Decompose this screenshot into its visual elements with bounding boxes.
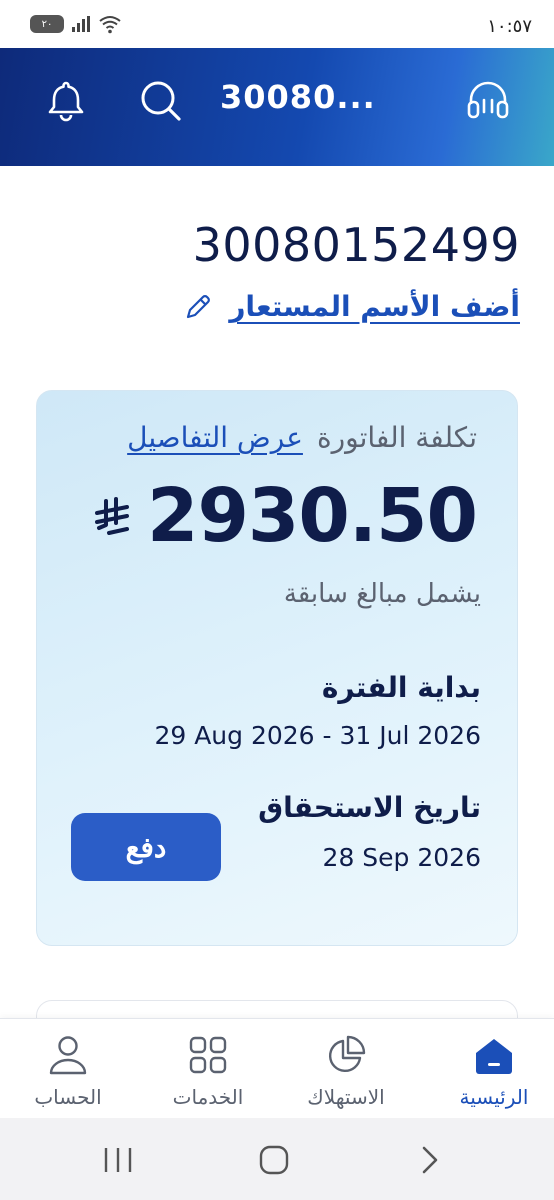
wifi-icon (99, 16, 121, 34)
recents-icon[interactable] (98, 1140, 138, 1180)
status-time: ١٠:٥٧ (487, 16, 532, 37)
home-icon (476, 1039, 512, 1074)
account-short-title: 30080... (220, 78, 376, 116)
nav-home[interactable]: الرئيسية (434, 1033, 554, 1109)
bill-card: تكلفة الفاتورة عرض التفاصيل 2930.50 يشمل… (36, 390, 518, 946)
nav-account-label: الحساب (34, 1085, 102, 1109)
headset-icon[interactable] (466, 78, 510, 122)
period-label: بداية الفترة (321, 671, 481, 704)
amount-row: 2930.50 (94, 473, 478, 559)
status-icons: ٢٠ (30, 14, 122, 34)
due-date-label: تاريخ الاستحقاق (258, 791, 481, 824)
nav-account[interactable]: الحساب (8, 1033, 128, 1109)
bill-amount: 2930.50 (146, 473, 478, 559)
pie-chart-icon (328, 1035, 366, 1073)
add-nickname-link[interactable]: أضف الأسم المستعار (229, 290, 520, 323)
bill-cost-label: تكلفة الفاتورة (316, 421, 477, 454)
nav-home-label: الرئيسية (459, 1085, 529, 1109)
account-number: 30080152499 (192, 218, 520, 272)
nav-services-label: الخدمات (172, 1085, 244, 1109)
bottom-nav: الرئيسية الاستهلاك الخدمات الحساب (0, 1018, 554, 1118)
system-home-icon[interactable] (254, 1140, 294, 1180)
nav-consumption[interactable]: الاستهلاك (286, 1033, 406, 1109)
bill-header: تكلفة الفاتورة عرض التفاصيل (127, 421, 477, 454)
saudi-riyal-icon (94, 497, 129, 535)
includes-previous-note: يشمل مبالغ سابقة (283, 579, 481, 609)
pay-button[interactable]: دفع (71, 813, 221, 881)
due-date-value: 28 Sep 2026 (322, 843, 481, 872)
signal-icon (72, 16, 90, 32)
pencil-icon[interactable] (183, 292, 213, 322)
bell-icon[interactable] (44, 78, 88, 122)
back-icon[interactable] (410, 1140, 450, 1180)
battery-icon: ٢٠ (30, 15, 64, 33)
app-header: 30080... (0, 48, 554, 166)
nav-consumption-label: الاستهلاك (307, 1085, 385, 1109)
battery-level: ٢٠ (41, 18, 53, 30)
status-bar: ٢٠ ١٠:٥٧ (0, 0, 554, 48)
search-icon[interactable] (138, 78, 182, 122)
system-nav-bar (0, 1118, 554, 1200)
period-value: 29 Aug 2026 - 31 Jul 2026 (154, 721, 481, 750)
grid-icon (189, 1036, 227, 1074)
nav-services[interactable]: الخدمات (148, 1033, 268, 1109)
view-details-link[interactable]: عرض التفاصيل (127, 421, 303, 454)
add-nickname-row[interactable]: أضف الأسم المستعار (183, 290, 520, 323)
user-icon (49, 1036, 87, 1075)
